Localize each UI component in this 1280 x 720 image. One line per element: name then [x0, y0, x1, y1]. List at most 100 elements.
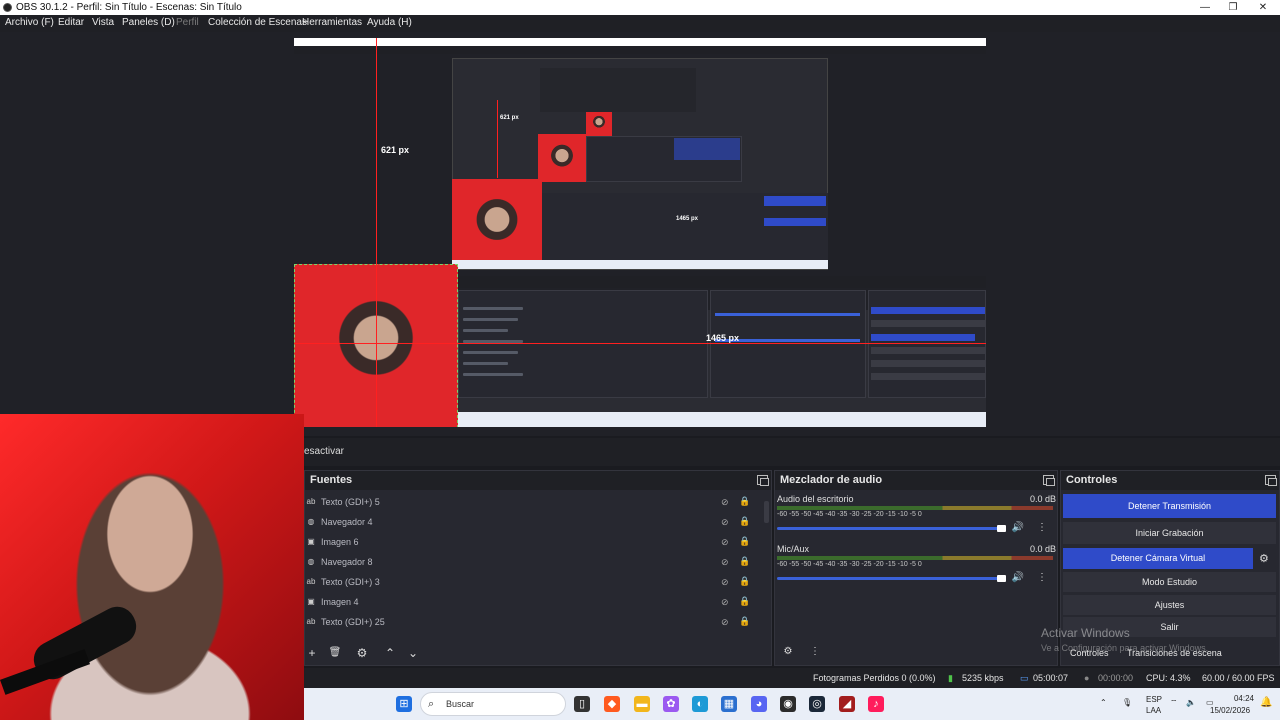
eye-hidden-icon[interactable]: ⊘	[721, 557, 731, 567]
speaker-icon[interactable]: 🔊	[1011, 572, 1025, 584]
studio-mode-button[interactable]: Modo Estudio	[1063, 572, 1276, 592]
steam-icon[interactable]: ◎	[809, 696, 825, 712]
maximize-button[interactable]: ❐	[1218, 0, 1248, 15]
menu-herramientas[interactable]: Herramientas	[302, 17, 362, 28]
browser-source-icon: ◍	[307, 517, 315, 526]
lock-icon[interactable]: 🔒	[739, 616, 750, 627]
source-item[interactable]: ab Texto (GDI+) 5 ⊘ 🔒	[304, 492, 764, 512]
search-icon: ⌕	[428, 698, 435, 710]
text-source-icon: ab	[306, 617, 316, 626]
obs-icon[interactable]: ◉	[780, 696, 796, 712]
brave-icon[interactable]: ◆	[604, 696, 620, 712]
eye-hidden-icon[interactable]: ⊘	[721, 617, 731, 627]
nested-controls-level3	[674, 138, 740, 160]
windows-activation-subtext: Ve a Configuración para activar Windows.	[1041, 643, 1209, 653]
lock-icon[interactable]: 🔒	[739, 516, 750, 527]
volume-meter	[777, 556, 1053, 560]
menu-ayuda[interactable]: Ayuda (H)	[367, 17, 412, 28]
volume-tray-icon[interactable]: 🔈	[1186, 698, 1196, 707]
file-explorer-icon[interactable]: ▬	[634, 696, 650, 712]
eye-hidden-icon[interactable]: ⊘	[721, 517, 731, 527]
volume-slider[interactable]	[777, 527, 1003, 530]
window-titlebar: OBS 30.1.2 - Perfil: Sin Título - Escena…	[0, 0, 1280, 15]
menu-vista[interactable]: Vista	[92, 17, 114, 28]
chevron-up-icon[interactable]: ⌃	[1100, 698, 1107, 707]
wifi-icon[interactable]: ⌔	[1170, 698, 1178, 708]
menu-paneles[interactable]: Paneles (D)	[122, 17, 175, 28]
mixer-menu-icon[interactable]: ⋮	[808, 646, 822, 658]
advanced-audio-icon[interactable]: ⚙	[780, 646, 796, 658]
menu-archivo[interactable]: Archivo (F)	[5, 17, 54, 28]
source-item[interactable]: ◍ Navegador 8 ⊘ 🔒	[304, 552, 764, 572]
more-options-icon[interactable]: ⋮	[1035, 522, 1049, 534]
source-label: Navegador 8	[321, 557, 373, 567]
discord-icon[interactable]: ◕	[751, 696, 767, 712]
app-icon[interactable]: ◢	[839, 696, 855, 712]
notification-icon[interactable]: 🔔	[1260, 697, 1272, 708]
more-options-icon[interactable]: ⋮	[1035, 572, 1049, 584]
measure-vertical-label-nested: 621 px	[500, 115, 519, 121]
settings-button[interactable]: Ajustes	[1063, 595, 1276, 615]
copilot-icon[interactable]: ✿	[663, 696, 679, 712]
move-source-down-button[interactable]: ⌄	[404, 644, 422, 662]
menu-editar[interactable]: Editar	[58, 17, 84, 28]
menu-coleccion-escenas[interactable]: Colección de Escenas	[208, 17, 307, 28]
minimize-button[interactable]: —	[1190, 0, 1220, 15]
clock-time[interactable]: 04:24	[1220, 694, 1254, 703]
cpu-usage: CPU: 4.3%	[1146, 673, 1191, 683]
move-source-up-button[interactable]: ⌃	[381, 644, 399, 662]
undock-icon[interactable]	[1265, 475, 1277, 486]
signal-icon: ▮	[948, 673, 953, 683]
virtual-camera-settings-icon[interactable]: ⚙	[1259, 552, 1269, 565]
lock-icon[interactable]: 🔒	[739, 556, 750, 567]
volume-slider-handle[interactable]	[997, 525, 1006, 532]
language-indicator[interactable]: ESP	[1146, 695, 1162, 704]
start-recording-button[interactable]: Iniciar Grabación	[1063, 522, 1276, 544]
speaker-icon[interactable]: 🔊	[1011, 522, 1025, 534]
volume-slider-handle[interactable]	[997, 575, 1006, 582]
stop-stream-button[interactable]: Detener Transmisión	[1063, 494, 1276, 518]
start-icon[interactable]: ⊞	[396, 696, 412, 712]
add-source-button[interactable]: +	[303, 644, 321, 662]
tiktok-icon[interactable]: ♪	[868, 696, 884, 712]
nested-controls-dock	[868, 290, 986, 398]
eye-hidden-icon[interactable]: ⊘	[721, 577, 731, 587]
source-properties-button[interactable]: ⚙	[353, 644, 371, 662]
volume-slider[interactable]	[777, 577, 1003, 580]
source-item[interactable]: ▣ Imagen 6 ⊘ 🔒	[304, 532, 764, 552]
measure-horizontal-label-nested: 1465 px	[676, 216, 699, 222]
lock-icon[interactable]: 🔒	[739, 576, 750, 587]
eye-hidden-icon[interactable]: ⊘	[721, 497, 731, 507]
clock-date[interactable]: 15/02/2026	[1210, 706, 1250, 715]
taskbar-search[interactable]: ⌕ Buscar	[420, 692, 566, 716]
search-placeholder: Buscar	[446, 699, 475, 709]
deactivate-button[interactable]: esactivar	[304, 446, 344, 457]
store-icon[interactable]: ▦	[721, 696, 737, 712]
lock-icon[interactable]: 🔒	[739, 496, 750, 507]
source-item[interactable]: ◍ Navegador 4 ⊘ 🔒	[304, 512, 764, 532]
menu-perfil: Perfil	[176, 17, 199, 28]
windows-taskbar: ⊞ ⌕ Buscar ▯ ◆ ▬ ✿ ◐ ▦ ◕ ◉ ◎ ◢ ♪ ⌃ 🎙 ESP…	[304, 688, 1280, 720]
mic-tray-icon[interactable]: 🎙	[1122, 698, 1132, 707]
source-item[interactable]: ab Texto (GDI+) 25 ⊘ 🔒	[304, 612, 764, 632]
source-item[interactable]: ▣ Imagen 4 ⊘ 🔒	[304, 592, 764, 612]
source-item[interactable]: ab Texto (GDI+) 3 ⊘ 🔒	[304, 572, 764, 592]
eye-hidden-icon[interactable]: ⊘	[721, 597, 731, 607]
lock-icon[interactable]: 🔒	[739, 596, 750, 607]
close-button[interactable]: ✕	[1248, 0, 1278, 15]
stream-time: 05:00:07	[1033, 673, 1069, 683]
remove-source-button[interactable]: 🗑	[326, 644, 344, 662]
status-bar: Fotogramas Perdidos 0 (0.0%) ▮ 5235 kbps…	[304, 668, 1280, 688]
edge-icon[interactable]: ◐	[692, 696, 708, 712]
stop-virtual-camera-button[interactable]: Detener Cámara Virtual	[1063, 548, 1253, 569]
eye-hidden-icon[interactable]: ⊘	[721, 537, 731, 547]
webcam-overlay	[0, 414, 304, 720]
volume-meter	[777, 506, 1053, 510]
undock-icon[interactable]	[1043, 475, 1055, 486]
lock-icon[interactable]: 🔒	[739, 536, 750, 547]
measure-guide-horizontal	[294, 343, 986, 344]
sources-dock-title: Fuentes	[305, 471, 771, 490]
undock-icon[interactable]	[757, 475, 769, 486]
sources-scrollbar[interactable]	[764, 501, 769, 523]
task-view-icon[interactable]: ▯	[574, 696, 590, 712]
